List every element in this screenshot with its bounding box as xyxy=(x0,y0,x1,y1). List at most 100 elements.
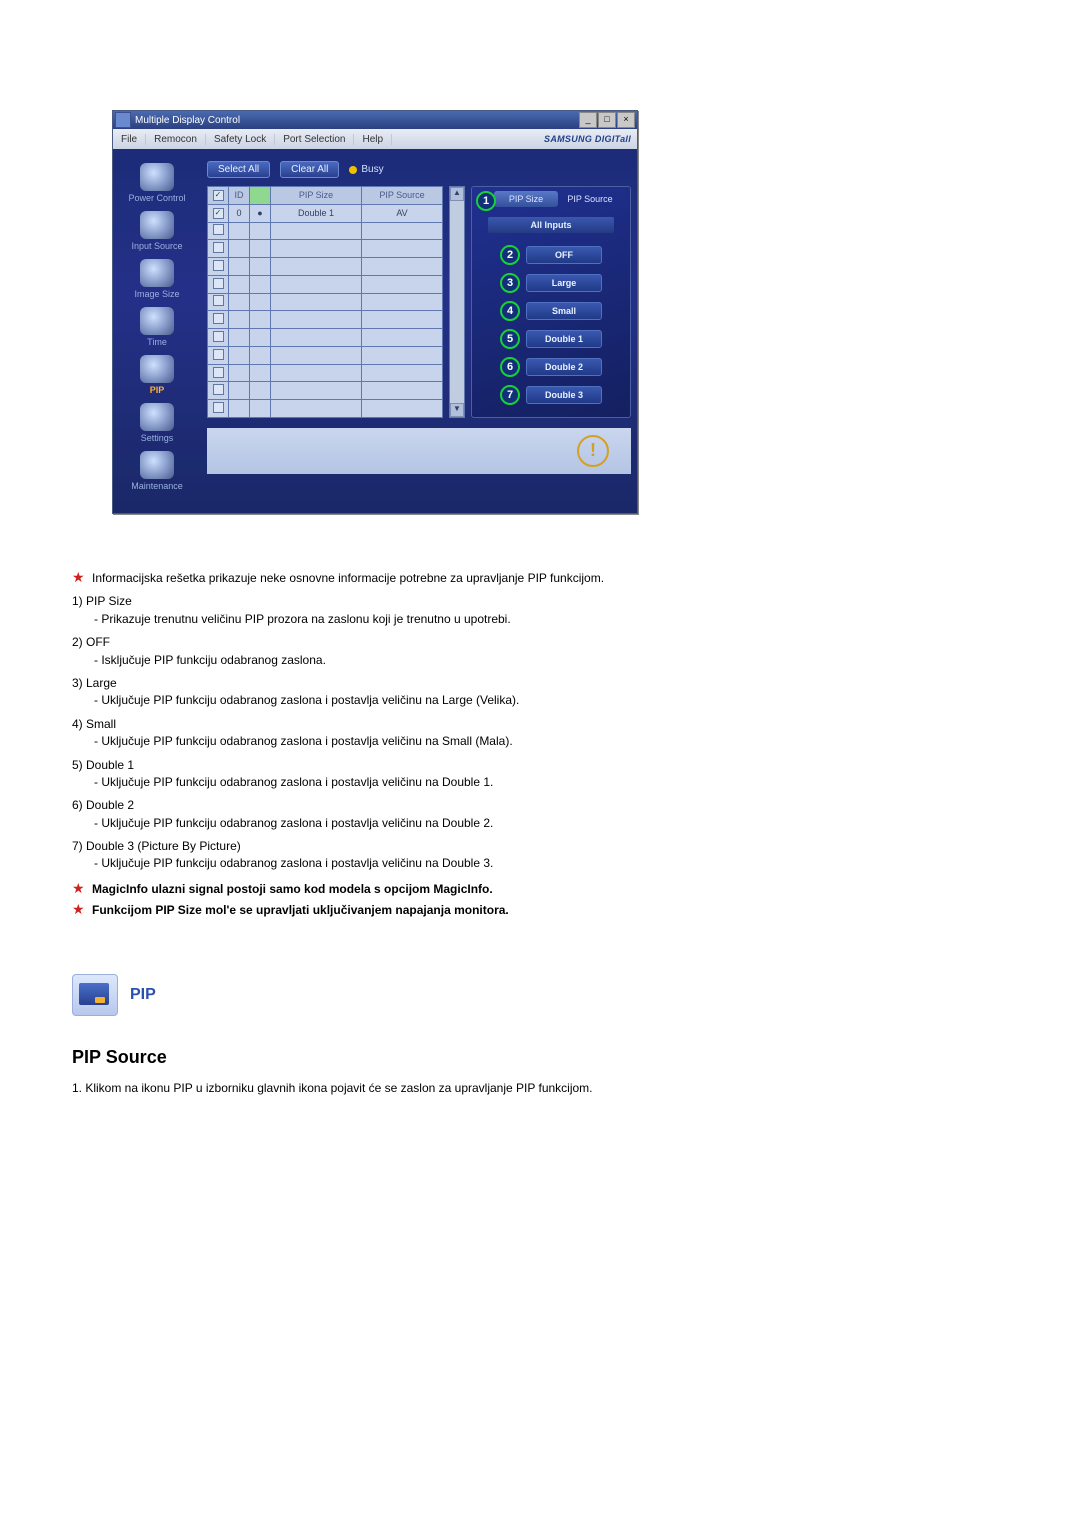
table-row[interactable] xyxy=(208,329,443,347)
pip-off-button[interactable]: OFF xyxy=(526,246,602,264)
sidebar-item-label: Input Source xyxy=(113,241,201,251)
row-checkbox[interactable] xyxy=(213,242,224,253)
sidebar-item-settings[interactable]: Settings xyxy=(113,403,201,443)
menu-safety-lock[interactable]: Safety Lock xyxy=(206,134,275,145)
star-icon: ★ xyxy=(72,902,86,919)
table-row[interactable] xyxy=(208,400,443,418)
table-row[interactable] xyxy=(208,382,443,400)
tab-pip-source[interactable]: PIP Source xyxy=(558,191,622,207)
star-icon: ★ xyxy=(72,881,86,898)
tab-pip-size[interactable]: PIP Size xyxy=(494,191,558,207)
item-sub: - Uključuje PIP funkciju odabranog zaslo… xyxy=(94,692,1008,709)
busy-dot-icon xyxy=(349,166,357,174)
pip-large-button[interactable]: Large xyxy=(526,274,602,292)
warning-icon: ! xyxy=(577,435,609,467)
menu-help[interactable]: Help xyxy=(354,134,392,145)
row-checkbox[interactable] xyxy=(213,260,224,271)
intro-text: Informacijska rešetka prikazuje neke osn… xyxy=(92,570,604,587)
row-checkbox[interactable] xyxy=(213,224,224,235)
pip-double2-button[interactable]: Double 2 xyxy=(526,358,602,376)
cell-id: 0 xyxy=(229,204,250,222)
close-button[interactable]: × xyxy=(617,112,635,128)
callout-4: 4 xyxy=(500,301,520,321)
main-panel: Select All Clear All Busy ID PI xyxy=(201,149,637,513)
col-check[interactable] xyxy=(208,187,229,205)
row-checkbox[interactable] xyxy=(213,349,224,360)
table-row[interactable] xyxy=(208,311,443,329)
callout-3: 3 xyxy=(500,273,520,293)
table-row[interactable] xyxy=(208,222,443,240)
app-body: Power Control Input Source Image Size Ti… xyxy=(113,149,637,513)
note-2: Funkcijom PIP Size mol'e se upravljati u… xyxy=(92,902,509,919)
sidebar-item-time[interactable]: Time xyxy=(113,307,201,347)
app-icon xyxy=(115,112,131,128)
callout-5: 5 xyxy=(500,329,520,349)
cell-pip-source: AV xyxy=(362,204,443,222)
maintenance-icon xyxy=(140,451,174,479)
menu-remocon[interactable]: Remocon xyxy=(146,134,206,145)
scroll-up-button[interactable]: ▲ xyxy=(450,187,464,201)
row-checkbox[interactable] xyxy=(213,295,224,306)
item-sub: - Uključuje PIP funkciju odabranog zaslo… xyxy=(94,855,1008,872)
sidebar-item-label: Power Control xyxy=(113,193,201,203)
pip-section-label: PIP xyxy=(130,983,156,1006)
col-pip-source[interactable]: PIP Source xyxy=(362,187,443,205)
sidebar-item-power-control[interactable]: Power Control xyxy=(113,163,201,203)
col-status[interactable] xyxy=(250,187,271,205)
document-body: ★ Informacijska rešetka prikazuje neke o… xyxy=(72,570,1008,1097)
item-heading: 1) PIP Size xyxy=(72,593,1008,610)
sidebar-item-pip[interactable]: PIP xyxy=(113,355,201,395)
sidebar-item-label: Time xyxy=(113,337,201,347)
pip-source-heading: PIP Source xyxy=(72,1044,1008,1070)
pip-double3-button[interactable]: Double 3 xyxy=(526,386,602,404)
busy-indicator: Busy xyxy=(349,164,383,175)
select-all-button[interactable]: Select All xyxy=(207,161,270,178)
busy-label: Busy xyxy=(361,164,383,175)
table-row[interactable]: 0 ● Double 1 AV xyxy=(208,204,443,222)
table-row[interactable] xyxy=(208,346,443,364)
menu-file[interactable]: File xyxy=(113,134,146,145)
row-checkbox[interactable] xyxy=(213,384,224,395)
sidebar-item-label: Settings xyxy=(113,433,201,443)
clear-all-button[interactable]: Clear All xyxy=(280,161,339,178)
col-pip-size[interactable]: PIP Size xyxy=(271,187,362,205)
item-sub: - Uključuje PIP funkciju odabranog zaslo… xyxy=(94,733,1008,750)
display-table: ID PIP Size PIP Source 0 ● Double 1 AV xyxy=(207,186,443,418)
maximize-button[interactable]: □ xyxy=(598,112,616,128)
row-checkbox[interactable] xyxy=(213,331,224,342)
table-row[interactable] xyxy=(208,258,443,276)
item-heading: 2) OFF xyxy=(72,634,1008,651)
app-window: Multiple Display Control _ □ × File Remo… xyxy=(112,110,638,514)
item-heading: 6) Double 2 xyxy=(72,797,1008,814)
item-sub: - Isključuje PIP funkciju odabranog zasl… xyxy=(94,652,1008,669)
all-inputs-label: All Inputs xyxy=(488,217,614,233)
pip-small-button[interactable]: Small xyxy=(526,302,602,320)
menu-port-selection[interactable]: Port Selection xyxy=(275,134,354,145)
sidebar-item-image-size[interactable]: Image Size xyxy=(113,259,201,299)
scrollbar[interactable]: ▲ ▼ xyxy=(449,186,465,418)
titlebar: Multiple Display Control _ □ × xyxy=(113,111,637,129)
row-checkbox[interactable] xyxy=(213,402,224,413)
item-heading: 3) Large xyxy=(72,675,1008,692)
table-row[interactable] xyxy=(208,293,443,311)
pip-double1-button[interactable]: Double 1 xyxy=(526,330,602,348)
col-id[interactable]: ID xyxy=(229,187,250,205)
table-row[interactable] xyxy=(208,364,443,382)
note-1: MagicInfo ulazni signal postoji samo kod… xyxy=(92,881,493,898)
row-checkbox[interactable] xyxy=(213,313,224,324)
row-checkbox[interactable] xyxy=(213,278,224,289)
cell-status: ● xyxy=(250,204,271,222)
sidebar-item-label: Maintenance xyxy=(113,481,201,491)
table-row[interactable] xyxy=(208,275,443,293)
sidebar-item-input-source[interactable]: Input Source xyxy=(113,211,201,251)
minimize-button[interactable]: _ xyxy=(579,112,597,128)
sidebar: Power Control Input Source Image Size Ti… xyxy=(113,149,201,513)
image-size-icon xyxy=(140,259,174,287)
row-checkbox[interactable] xyxy=(213,367,224,378)
sidebar-item-maintenance[interactable]: Maintenance xyxy=(113,451,201,491)
settings-icon xyxy=(140,403,174,431)
table-row[interactable] xyxy=(208,240,443,258)
window-title: Multiple Display Control xyxy=(135,115,578,126)
row-checkbox[interactable] xyxy=(213,208,224,219)
scroll-down-button[interactable]: ▼ xyxy=(450,403,464,417)
